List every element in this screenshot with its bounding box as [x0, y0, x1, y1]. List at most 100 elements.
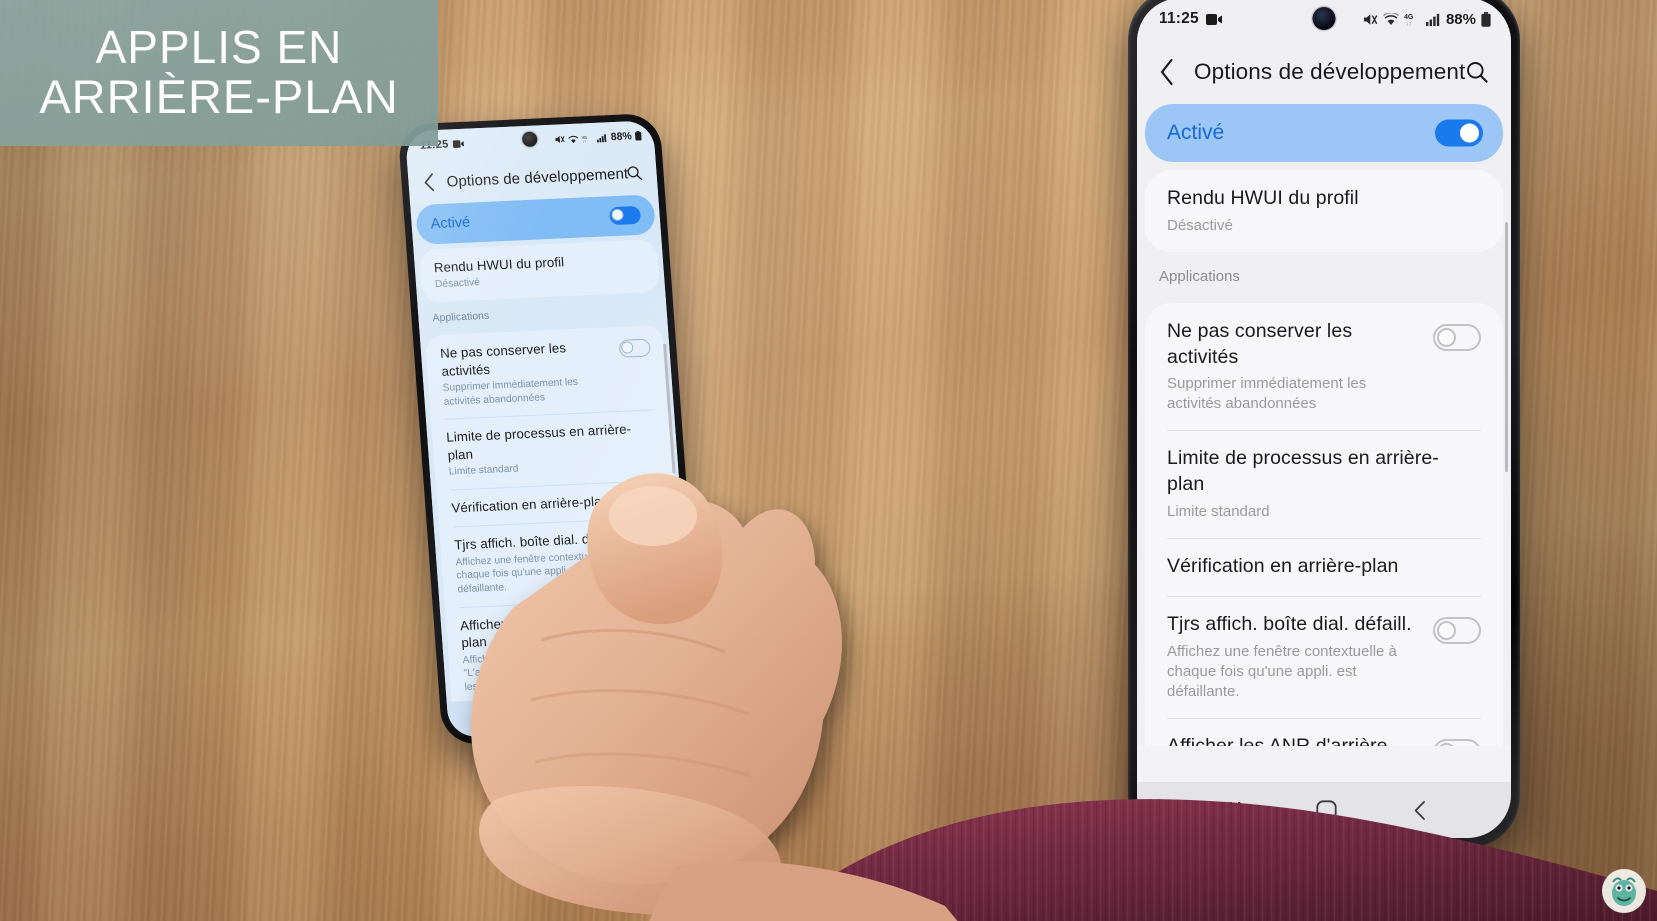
held-phone: 11:25 4G↓↑ 88% — [397, 112, 705, 746]
settings-list-right[interactable]: Activé Rendu HWUI du profil Désactivé Ap… — [1137, 104, 1511, 746]
toggle-knob — [640, 613, 654, 626]
video-camera-icon — [452, 140, 464, 149]
nav-bar-right — [1137, 782, 1511, 838]
network-type-icon: 4G ↓↑ — [1404, 12, 1421, 26]
row-toggle[interactable] — [638, 610, 671, 630]
row-limite-processus[interactable]: Limite de processus en arrière-plan Limi… — [431, 409, 674, 490]
row-subtitle: Afficher la boîte de dialogue "L'applica… — [462, 648, 622, 693]
overlay-line-1: APPLIS EN — [95, 20, 343, 73]
overlay-line-2: ARRIÈRE-PLAN — [39, 70, 399, 124]
master-toggle-switch[interactable] — [608, 205, 642, 226]
apps-card-left: Ne pas conserver les activités Supprimer… — [424, 324, 698, 738]
back-icon[interactable] — [631, 704, 643, 718]
wifi-icon — [567, 134, 579, 143]
row-subtitle: Affichez une fenêtre contextuelle à chaq… — [1167, 642, 1397, 700]
list-scrollbar[interactable] — [1505, 222, 1508, 472]
row-texts: Ne pas conserver les activités Supprimer… — [1167, 319, 1433, 415]
row-rendu-hwui[interactable]: Rendu HWUI du profil Désactivé — [1145, 170, 1503, 252]
row-texts: Afficher les ANR d'arrière-plan Afficher… — [460, 609, 645, 695]
row-verification-arriere-plan[interactable]: Vérification en arrière-plan — [1145, 538, 1503, 596]
sound-mute-icon — [554, 134, 565, 144]
row-title: Rendu HWUI du profil — [1167, 187, 1359, 209]
toggle-knob — [620, 341, 634, 354]
row-texts: Vérification en arrière-plan — [451, 490, 662, 517]
wifi-icon — [1382, 12, 1399, 26]
top-card-left: Rendu HWUI du profil Désactivé — [418, 239, 661, 303]
master-toggle-label: Activé — [430, 214, 471, 233]
row-afficher-anr[interactable]: Afficher les ANR d'arrière-plan Afficher… — [1145, 717, 1503, 746]
toggle-knob — [1437, 742, 1456, 746]
row-title: Vérification en arrière-plan — [450, 493, 610, 516]
signal-bars-icon — [596, 133, 607, 143]
recents-icon[interactable] — [1220, 801, 1242, 819]
row-subtitle: Désactivé — [1167, 216, 1233, 234]
row-texts: Rendu HWUI du profil Désactivé — [433, 250, 645, 293]
row-texts: Limite de processus en arrière-plan Limi… — [1167, 446, 1481, 522]
master-toggle-switch[interactable] — [1435, 119, 1483, 147]
row-toggle[interactable] — [1433, 323, 1481, 351]
settings-list-left[interactable]: Activé Rendu HWUI du profil Désactivé Ap… — [410, 193, 698, 738]
row-toggle[interactable] — [618, 338, 651, 358]
row-afficher-anr[interactable]: Afficher les ANR d'arrière-plan Afficher… — [445, 597, 690, 705]
reference-phone: 11:25 4G ↓↑ 88% Options de développement… — [1128, 0, 1520, 848]
battery-percent-label: 88% — [1445, 10, 1476, 28]
row-ne-pas-conserver[interactable]: Ne pas conserver les activités Supprimer… — [1145, 303, 1503, 431]
video-camera-icon — [1205, 13, 1222, 25]
row-title: Limite de processus en arrière-plan — [1167, 447, 1439, 496]
row-title: Ne pas conserver les activités — [1167, 319, 1353, 368]
row-subtitle: Limite standard — [1167, 502, 1270, 520]
row-toggle[interactable] — [632, 530, 666, 550]
master-toggle-row[interactable]: Activé — [1145, 104, 1503, 162]
back-icon[interactable] — [1412, 800, 1428, 821]
toggle-knob — [1437, 620, 1456, 640]
row-texts: Ne pas conserver les activités Supprimer… — [440, 337, 624, 409]
battery-full-icon — [1481, 11, 1491, 27]
title-overlay-banner: APPLIS EN ARRIÈRE-PLAN — [0, 0, 438, 146]
row-title: Ne pas conserver les activités — [439, 340, 567, 379]
home-icon[interactable] — [1316, 799, 1338, 821]
row-title: Afficher les ANR d'arrière-plan — [1167, 734, 1395, 746]
home-icon[interactable] — [566, 707, 581, 722]
row-toggle[interactable] — [1433, 616, 1481, 644]
master-toggle-knob — [1460, 123, 1479, 143]
master-toggle-knob — [611, 208, 624, 222]
chevron-left-icon[interactable] — [1157, 57, 1176, 87]
row-subtitle: Supprimer immédiatement les activités ab… — [442, 376, 579, 408]
row-tjrs-affich-boite[interactable]: Tjrs affich. boîte dial. défaill. Affich… — [1145, 595, 1503, 718]
row-title: Vérification en arrière-plan — [1167, 555, 1399, 578]
svg-text:↓↑: ↓↑ — [583, 139, 587, 143]
svg-text:4G: 4G — [1404, 14, 1414, 21]
row-ne-pas-conserver[interactable]: Ne pas conserver les activités Supprimer… — [425, 325, 669, 420]
svg-text:↓↑: ↓↑ — [1405, 22, 1411, 27]
row-limite-processus[interactable]: Limite de processus en arrière-plan Limi… — [1145, 430, 1503, 538]
toggle-knob — [1437, 327, 1456, 347]
status-bar-left-group: 11:25 — [1159, 10, 1222, 28]
row-texts: Limite de processus en arrière-plan Limi… — [446, 420, 660, 480]
row-texts: Vérification en arrière-plan — [1167, 554, 1481, 580]
toggle-knob — [634, 532, 648, 546]
signal-bars-icon — [1425, 13, 1440, 26]
phone-screen-right: 11:25 4G ↓↑ 88% Options de développement… — [1137, 0, 1511, 838]
status-bar-right-group: 4G ↓↑ 88% — [554, 121, 643, 155]
app-bar-right: Options de développement — [1137, 40, 1511, 104]
page-title: Options de développement — [445, 164, 629, 191]
search-icon[interactable] — [1465, 60, 1489, 84]
battery-full-icon — [634, 130, 642, 141]
sound-mute-icon — [1363, 12, 1378, 27]
row-title: Tjrs affich. boîte dial. défaill. — [1167, 612, 1412, 635]
recents-icon[interactable] — [501, 711, 516, 724]
row-rendu-hwui[interactable]: Rendu HWUI du profil Désactivé — [419, 239, 661, 303]
network-type-icon: 4G ↓↑ — [581, 133, 594, 143]
row-tjrs-affich-boite[interactable]: Tjrs affich. boîte dial. défaill. Affich… — [439, 517, 683, 608]
row-toggle[interactable] — [1433, 738, 1481, 746]
row-texts: Tjrs affich. boîte dial. défaill. Affich… — [1167, 612, 1433, 702]
front-camera-punch-hole — [1312, 7, 1336, 30]
row-texts: Afficher les ANR d'arrière-plan Afficher… — [1167, 734, 1433, 746]
row-title: Afficher les ANR d'arrière-plan — [459, 610, 616, 651]
master-toggle-label: Activé — [1167, 121, 1225, 144]
row-texts: Rendu HWUI du profil Désactivé — [1167, 186, 1481, 236]
section-header-applications: Applications — [1137, 251, 1511, 295]
front-camera-punch-hole — [521, 131, 538, 148]
search-icon[interactable] — [626, 165, 643, 182]
chevron-left-icon[interactable] — [422, 172, 436, 193]
